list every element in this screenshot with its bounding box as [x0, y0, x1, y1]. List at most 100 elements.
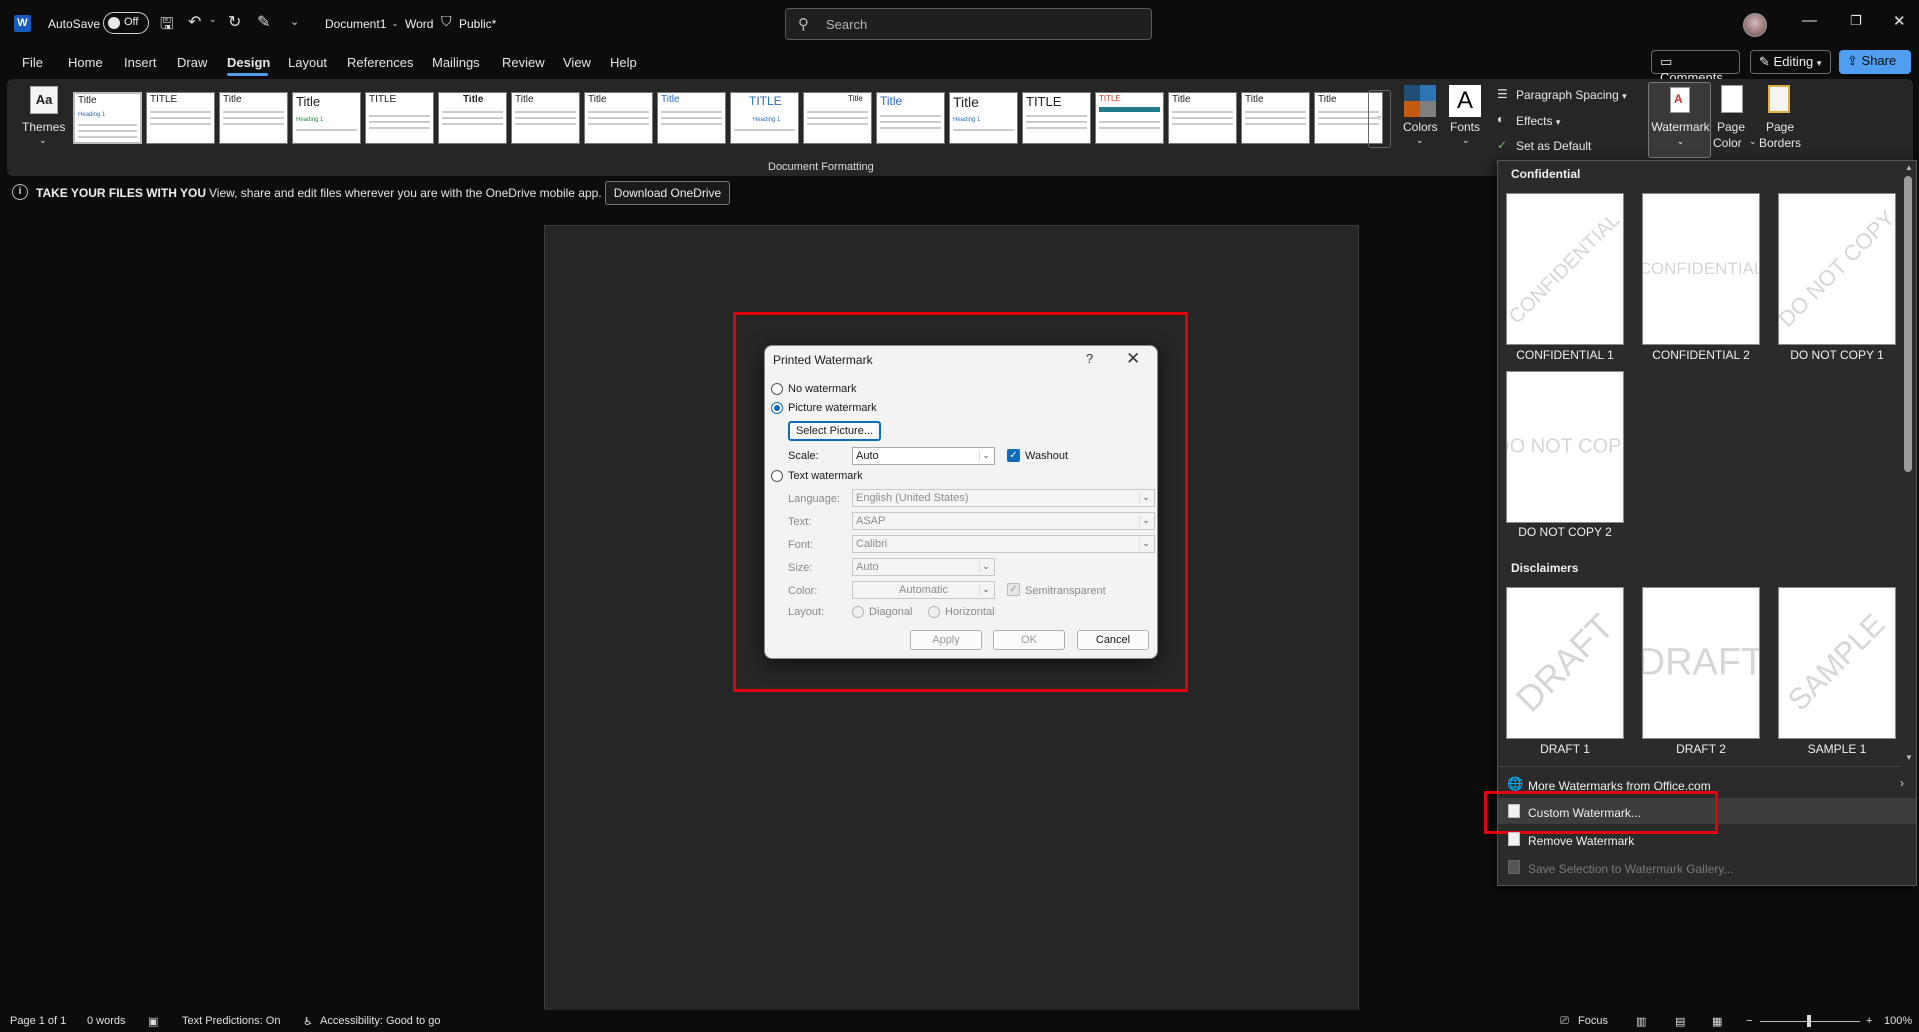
tab-references[interactable]: References	[347, 55, 413, 70]
gallery-more-icon[interactable]: ▾	[1368, 90, 1391, 148]
remove-watermark-item[interactable]: Remove Watermark	[1528, 834, 1634, 848]
style-set-thumb[interactable]: Title	[511, 92, 580, 144]
page-borders-label-1[interactable]: Page	[1766, 120, 1794, 134]
effects-button[interactable]: Effects ▾	[1516, 114, 1560, 128]
watermark-option-do-not-copy-1[interactable]: DO NOT COPY	[1778, 193, 1896, 345]
page-borders-icon[interactable]	[1768, 85, 1790, 113]
style-set-thumb[interactable]: Title	[657, 92, 726, 144]
style-set-thumb[interactable]: Title	[219, 92, 288, 144]
picture-watermark-label[interactable]: Picture watermark	[788, 402, 877, 414]
diagonal-radio[interactable]	[852, 606, 864, 618]
page-borders-label-2[interactable]: Borders	[1759, 136, 1801, 150]
semitransparent-label[interactable]: Semitransparent	[1025, 585, 1106, 597]
share-button[interactable]: ⇪ Share ▾	[1839, 50, 1911, 83]
tab-file[interactable]: File	[22, 55, 43, 70]
page-color-chevron-icon[interactable]: ⌄	[1749, 136, 1757, 147]
undo-icon[interactable]: ↶	[188, 12, 201, 32]
horizontal-radio[interactable]	[928, 606, 940, 618]
language-select[interactable]: English (United States) ⌄	[852, 489, 1155, 507]
style-set-thumb[interactable]: Title Heading 1	[73, 92, 142, 144]
watermark-option-do-not-copy-2[interactable]: DO NOT COPY	[1506, 371, 1624, 523]
watermark-option-draft-2[interactable]: DRAFT	[1642, 587, 1760, 739]
search-box[interactable]: ⚲ Search	[785, 8, 1152, 40]
page-color-label-1[interactable]: Page	[1717, 120, 1745, 134]
comments-button[interactable]: ▭ Comments	[1651, 50, 1740, 85]
text-predictions-status[interactable]: Text Predictions: On	[182, 1015, 280, 1027]
watermark-option-confidential-2[interactable]: CONFIDENTIAL	[1642, 193, 1760, 345]
sensitivity-label[interactable]: Public*	[459, 17, 496, 31]
read-mode-icon[interactable]: ▥	[1636, 1015, 1646, 1028]
effects-icon[interactable]: ◐	[1497, 112, 1504, 126]
autosave-toggle[interactable]: Off	[103, 12, 149, 34]
scrollbar-thumb[interactable]	[1904, 176, 1912, 472]
style-set-thumb[interactable]: TITLE	[1022, 92, 1091, 144]
semitransparent-checkbox[interactable]: ✓	[1007, 583, 1020, 596]
tab-home[interactable]: Home	[68, 55, 103, 70]
fonts-icon[interactable]: A	[1449, 85, 1481, 117]
watermark-button[interactable]: A Watermark ⌄	[1648, 82, 1711, 158]
paragraph-spacing-button[interactable]: Paragraph Spacing ▾	[1516, 88, 1627, 102]
style-set-thumb[interactable]: Title Heading 1	[292, 92, 361, 144]
focus-button[interactable]: Focus	[1578, 1015, 1608, 1027]
tab-mailings[interactable]: Mailings	[432, 55, 480, 70]
chevron-right-icon[interactable]: ›	[1900, 776, 1904, 790]
help-icon[interactable]: ?	[1086, 351, 1093, 366]
editing-button[interactable]: ✎ Editing ▾	[1750, 50, 1831, 74]
set-as-default-button[interactable]: Set as Default	[1516, 139, 1591, 153]
accessibility-status[interactable]: Accessibility: Good to go	[320, 1015, 440, 1027]
diagonal-label[interactable]: Diagonal	[869, 606, 912, 618]
tab-view[interactable]: View	[563, 55, 591, 70]
themes-icon[interactable]: Aa	[30, 86, 58, 114]
style-set-thumb[interactable]: TITLE	[365, 92, 434, 144]
style-set-thumb[interactable]: TITLE	[1095, 92, 1164, 144]
scroll-down-icon[interactable]: ▼	[1905, 753, 1913, 762]
zoom-level[interactable]: 100%	[1884, 1015, 1912, 1027]
no-watermark-label[interactable]: No watermark	[788, 383, 856, 395]
page-color-icon[interactable]	[1721, 85, 1743, 113]
web-layout-icon[interactable]: ▦	[1712, 1015, 1722, 1028]
close-icon[interactable]: ✕	[1126, 349, 1140, 369]
washout-label[interactable]: Washout	[1025, 450, 1068, 462]
font-select[interactable]: Calibri ⌄	[852, 535, 1155, 553]
cancel-button[interactable]: Cancel	[1077, 630, 1149, 650]
print-layout-icon[interactable]: ▤	[1675, 1015, 1685, 1028]
undo-dropdown-icon[interactable]: ⌄	[209, 14, 217, 25]
customize-toolbar-icon[interactable]: ⌄	[290, 15, 299, 28]
style-set-thumb[interactable]: Title	[584, 92, 653, 144]
zoom-out-icon[interactable]: −	[1746, 1015, 1752, 1027]
themes-label[interactable]: Themes	[22, 120, 65, 134]
select-picture-button[interactable]: Select Picture...	[788, 421, 881, 441]
text-watermark-label[interactable]: Text watermark	[788, 470, 863, 482]
tab-review[interactable]: Review	[502, 55, 545, 70]
apply-button[interactable]: Apply	[910, 630, 982, 650]
redo-icon[interactable]: ↻	[228, 12, 241, 32]
tab-insert[interactable]: Insert	[124, 55, 157, 70]
style-set-thumb[interactable]: TITLE Heading 1	[730, 92, 799, 144]
themes-chevron-icon[interactable]: ⌄	[39, 135, 47, 146]
watermark-option-draft-1[interactable]: DRAFT	[1506, 587, 1624, 739]
style-set-thumb[interactable]: Title	[1241, 92, 1310, 144]
style-set-thumb[interactable]: Title	[876, 92, 945, 144]
picture-watermark-radio[interactable]	[771, 402, 783, 414]
tab-help[interactable]: Help	[610, 55, 637, 70]
download-onedrive-button[interactable]: Download OneDrive	[605, 181, 730, 205]
page-count[interactable]: Page 1 of 1	[10, 1015, 66, 1027]
style-set-thumb[interactable]: Title	[1168, 92, 1237, 144]
avatar[interactable]	[1743, 13, 1767, 37]
colors-chevron-icon[interactable]: ⌄	[1416, 135, 1424, 146]
restore-icon[interactable]: ❐	[1850, 13, 1862, 29]
colors-label[interactable]: Colors	[1403, 120, 1438, 134]
minimize-icon[interactable]: —	[1802, 12, 1817, 29]
paragraph-spacing-icon[interactable]: ☰	[1497, 87, 1508, 101]
colors-icon[interactable]	[1404, 85, 1436, 117]
save-icon[interactable]: 🖫	[160, 13, 174, 40]
ok-button[interactable]: OK	[993, 630, 1065, 650]
watermark-option-sample-1[interactable]: SAMPLE	[1778, 587, 1896, 739]
word-count[interactable]: 0 words	[87, 1015, 126, 1027]
fonts-label[interactable]: Fonts	[1450, 120, 1480, 134]
text-watermark-radio[interactable]	[771, 470, 783, 482]
washout-checkbox[interactable]: ✓	[1007, 449, 1020, 462]
size-select[interactable]: Auto ⌄	[852, 558, 995, 576]
proofing-icon[interactable]: ▣	[148, 1015, 158, 1028]
page-color-label-2[interactable]: Color	[1713, 136, 1742, 150]
